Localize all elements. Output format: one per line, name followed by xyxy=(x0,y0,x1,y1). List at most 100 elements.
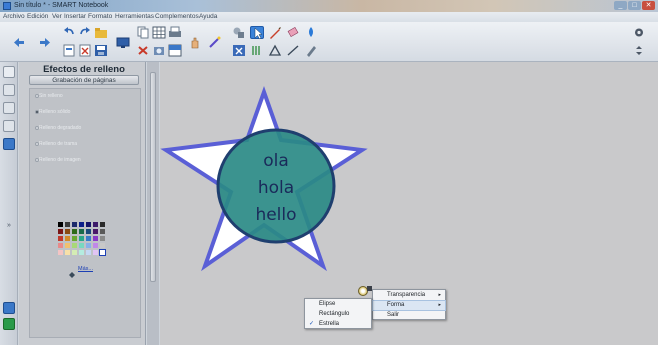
color-swatch[interactable] xyxy=(86,222,91,227)
menu-item-exit[interactable]: Salir xyxy=(373,311,445,320)
menu-insertar[interactable]: Insertar xyxy=(64,12,86,22)
undo-icon[interactable] xyxy=(62,26,76,39)
menu-item-shape[interactable]: Forma ▸ xyxy=(372,300,446,311)
color-swatch[interactable] xyxy=(65,222,70,227)
attachments-tab[interactable] xyxy=(3,102,15,114)
menu-formato[interactable]: Formato xyxy=(88,12,112,22)
color-swatch[interactable] xyxy=(65,250,70,255)
canvas-text-line-1[interactable]: ola xyxy=(263,151,289,171)
color-swatch[interactable] xyxy=(93,229,98,234)
color-swatch[interactable] xyxy=(79,250,84,255)
close-icon[interactable] xyxy=(136,44,150,57)
color-swatch[interactable] xyxy=(58,243,63,248)
color-swatch[interactable] xyxy=(93,236,98,241)
color-swatch[interactable] xyxy=(93,250,98,255)
menu-ayuda[interactable]: Ayuda xyxy=(199,12,217,22)
menu-ver[interactable]: Ver xyxy=(52,12,62,22)
menu-label-transparency: Transparencia xyxy=(387,292,426,298)
new-page-icon[interactable] xyxy=(62,44,76,57)
menu-herramientas[interactable]: Herramientas xyxy=(115,12,154,22)
pen-icon[interactable] xyxy=(268,26,282,39)
shape-label-ellipse: Elipse xyxy=(319,301,336,307)
page-recording-button[interactable]: Grabación de páginas xyxy=(29,75,139,85)
color-swatch[interactable] xyxy=(58,250,63,255)
smart-notebook-window: Sin título * - SMART Notebook _ □ ✕ Arch… xyxy=(0,0,658,345)
screen-shade-icon[interactable] xyxy=(168,44,182,57)
shape-label-rectangle: Rectángulo xyxy=(319,311,350,317)
arrow-right-icon[interactable] xyxy=(38,36,52,49)
copy-icon[interactable] xyxy=(136,26,150,39)
color-swatch[interactable] xyxy=(72,229,77,234)
pointer-icon[interactable] xyxy=(250,26,264,40)
color-swatch[interactable] xyxy=(65,236,70,241)
addons-tab[interactable] xyxy=(3,138,15,150)
move-sidebar-icon[interactable] xyxy=(3,318,15,330)
gear-icon[interactable] xyxy=(632,26,646,39)
scrollbar-thumb[interactable] xyxy=(150,72,156,282)
color-swatch[interactable] xyxy=(86,250,91,255)
eraser-icon[interactable] xyxy=(286,26,300,39)
color-swatch[interactable] xyxy=(79,236,84,241)
zoom-icon[interactable] xyxy=(232,44,246,57)
page-sorter-tab[interactable] xyxy=(3,66,15,78)
color-swatch[interactable] xyxy=(65,243,70,248)
text-icon[interactable] xyxy=(304,44,318,57)
print-icon[interactable] xyxy=(168,26,182,39)
color-swatch[interactable] xyxy=(79,222,84,227)
color-swatch[interactable] xyxy=(99,249,106,256)
arrow-left-icon[interactable] xyxy=(12,36,26,49)
menu-complementos[interactable]: Complementos xyxy=(155,12,199,22)
delete-page-icon[interactable] xyxy=(78,44,92,57)
menu-item-transparency[interactable]: Transparencia ▸ xyxy=(373,291,445,300)
line-icon[interactable] xyxy=(286,44,300,57)
table-icon[interactable] xyxy=(152,26,166,39)
color-swatch[interactable] xyxy=(58,229,63,234)
color-swatch[interactable] xyxy=(72,236,77,241)
expand-icon[interactable] xyxy=(632,44,646,57)
triangle-shape-icon[interactable] xyxy=(268,44,282,57)
color-swatch[interactable] xyxy=(100,229,105,234)
save-icon[interactable] xyxy=(94,44,108,57)
shape-label-star: Estrella xyxy=(319,321,340,327)
color-swatch[interactable] xyxy=(100,243,105,248)
auto-hide-icon[interactable] xyxy=(3,302,15,314)
maximize-button[interactable]: □ xyxy=(628,1,641,10)
collapse-icon[interactable]: » xyxy=(3,220,15,232)
color-swatch[interactable] xyxy=(86,243,91,248)
color-swatch[interactable] xyxy=(65,229,70,234)
color-swatch[interactable] xyxy=(100,236,105,241)
magic-pen-icon[interactable] xyxy=(208,36,222,49)
menu-edicion[interactable]: Edición xyxy=(27,12,48,22)
hand-icon[interactable] xyxy=(188,36,202,49)
menu-archivo[interactable]: Archivo xyxy=(3,12,25,22)
color-swatch[interactable] xyxy=(86,236,91,241)
color-swatch[interactable] xyxy=(93,243,98,248)
color-swatch[interactable] xyxy=(100,222,105,227)
color-swatch[interactable] xyxy=(72,250,77,255)
fill-icon[interactable] xyxy=(304,26,318,39)
shape-option-ellipse[interactable]: Elipse xyxy=(305,300,371,309)
shape-option-rectangle[interactable]: Rectángulo xyxy=(305,310,371,319)
canvas-text-line-2[interactable]: hola xyxy=(258,178,294,198)
more-colors-link[interactable]: Más... xyxy=(78,266,93,272)
color-swatch[interactable] xyxy=(72,243,77,248)
properties-tab[interactable] xyxy=(3,120,15,132)
color-swatch[interactable] xyxy=(86,229,91,234)
canvas-text-line-3[interactable]: hello xyxy=(255,205,296,225)
shapes-icon[interactable] xyxy=(232,26,246,39)
open-folder-icon[interactable] xyxy=(94,26,108,39)
screen-icon[interactable] xyxy=(116,36,130,49)
color-swatch[interactable] xyxy=(58,222,63,227)
color-swatch[interactable] xyxy=(72,222,77,227)
minimize-button[interactable]: _ xyxy=(614,1,627,10)
gallery-tab[interactable] xyxy=(3,84,15,96)
close-button[interactable]: ✕ xyxy=(642,1,655,10)
color-swatch[interactable] xyxy=(79,229,84,234)
color-swatch[interactable] xyxy=(58,236,63,241)
color-swatch[interactable] xyxy=(93,222,98,227)
color-swatch[interactable] xyxy=(79,243,84,248)
document-camera-icon[interactable] xyxy=(152,44,166,57)
redo-icon[interactable] xyxy=(78,26,92,39)
creative-pen-icon[interactable] xyxy=(250,44,264,57)
shape-option-star[interactable]: ✓ Estrella xyxy=(305,320,371,329)
